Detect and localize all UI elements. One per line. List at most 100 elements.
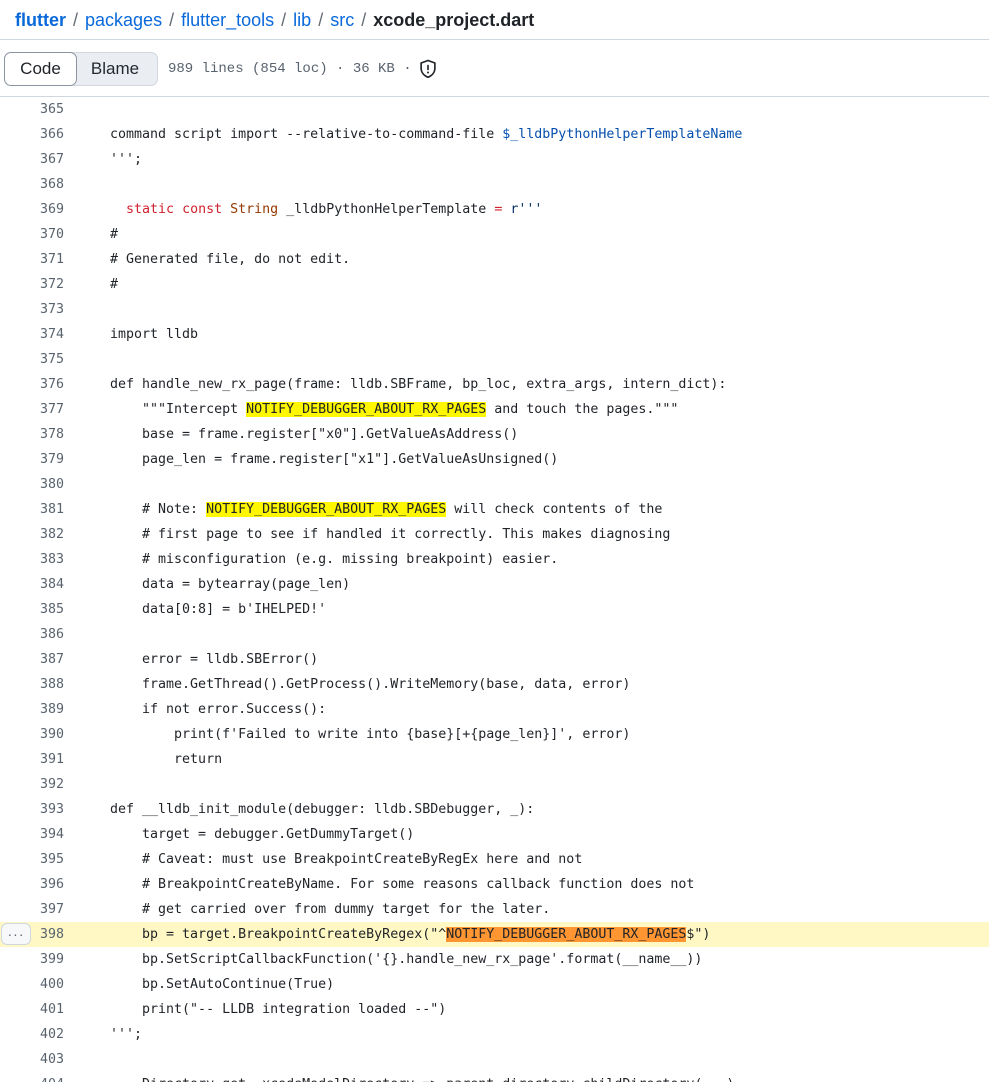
line-content: import lldb	[110, 327, 199, 342]
breadcrumb-link-packages[interactable]: packages	[85, 11, 162, 29]
line-number[interactable]: 400	[0, 972, 64, 997]
line-content: bp.SetAutoContinue(True)	[110, 977, 335, 992]
line-number[interactable]: 396	[0, 872, 64, 897]
line-number[interactable]: 399	[0, 947, 64, 972]
line-number[interactable]: 386	[0, 622, 64, 647]
line-content: print("-- LLDB integration loaded --")	[110, 1002, 447, 1017]
file-meta: 989 lines (854 loc) · 36 KB ·	[168, 59, 438, 79]
code-line: 395 # Caveat: must use BreakpointCreateB…	[0, 847, 989, 872]
line-content: command script import --relative-to-comm…	[110, 127, 743, 142]
line-content	[64, 1047, 110, 1072]
line-content	[64, 772, 110, 797]
line-number[interactable]: 375	[0, 347, 64, 372]
line-number[interactable]: 397	[0, 897, 64, 922]
code-line: 373	[0, 297, 989, 322]
line-number[interactable]: 383	[0, 547, 64, 572]
line-content: frame.GetThread().GetProcess().WriteMemo…	[110, 677, 631, 692]
breadcrumb-link-src[interactable]: src	[330, 11, 354, 29]
code-line: 369 static const String _lldbPythonHelpe…	[0, 197, 989, 222]
code-tab[interactable]: Code	[4, 51, 77, 86]
blame-tab[interactable]: Blame	[77, 53, 157, 85]
breadcrumb-separator: /	[281, 9, 287, 30]
breadcrumb: flutter / packages / flutter_tools / lib…	[0, 0, 989, 40]
code-line: 399 bp.SetScriptCallbackFunction('{}.han…	[0, 947, 989, 972]
code-line: 377 """Intercept NOTIFY_DEBUGGER_ABOUT_R…	[0, 397, 989, 422]
line-content: print(f'Failed to write into {base}[+{pa…	[110, 727, 631, 742]
line-content: #	[110, 277, 119, 292]
code-line: 376 def handle_new_rx_page(frame: lldb.SB…	[0, 372, 989, 397]
line-number[interactable]: 380	[0, 472, 64, 497]
line-number[interactable]: 366	[0, 122, 64, 147]
line-number[interactable]: 403	[0, 1047, 64, 1072]
line-content: base = frame.register["x0"].GetValueAsAd…	[110, 427, 519, 442]
code-line: 387 error = lldb.SBError()	[0, 647, 989, 672]
line-number[interactable]: 373	[0, 297, 64, 322]
line-content: ''';	[110, 152, 143, 167]
code-line: 365	[0, 97, 989, 122]
line-content: def handle_new_rx_page(frame: lldb.SBFra…	[110, 377, 727, 392]
code-line: 372 #	[0, 272, 989, 297]
line-content: bp = target.BreakpointCreateByRegex("^NO…	[110, 927, 711, 942]
code-line: 400 bp.SetAutoContinue(True)	[0, 972, 989, 997]
line-number[interactable]: 371	[0, 247, 64, 272]
code-line: 393 def __lldb_init_module(debugger: lldb…	[0, 797, 989, 822]
line-content: data = bytearray(page_len)	[110, 577, 351, 592]
line-number[interactable]: 395	[0, 847, 64, 872]
line-number[interactable]: 393	[0, 797, 64, 822]
code-line: 371 # Generated file, do not edit.	[0, 247, 989, 272]
line-content: if not error.Success():	[110, 702, 327, 717]
code-line: 374 import lldb	[0, 322, 989, 347]
breadcrumb-current-file: xcode_project.dart	[373, 9, 535, 30]
line-content: data[0:8] = b'IHELPED!'	[110, 602, 327, 617]
code-viewer[interactable]: 365 366 command script import --relative-t…	[0, 97, 989, 1082]
line-number[interactable]: 394	[0, 822, 64, 847]
code-line: 375	[0, 347, 989, 372]
line-content: target = debugger.GetDummyTarget()	[110, 827, 415, 842]
line-number[interactable]: 379	[0, 447, 64, 472]
breadcrumb-link-flutter-tools[interactable]: flutter_tools	[181, 11, 274, 29]
code-line-selected: 398 bp = target.BreakpointCreateByRegex(…	[0, 922, 989, 947]
line-number[interactable]: 365	[0, 97, 64, 122]
line-number[interactable]: 367	[0, 147, 64, 172]
breadcrumb-link-lib[interactable]: lib	[293, 11, 311, 29]
line-number[interactable]: 372	[0, 272, 64, 297]
shield-icon[interactable]	[418, 59, 438, 79]
breadcrumb-separator: /	[318, 9, 324, 30]
line-content: def __lldb_init_module(debugger: lldb.SB…	[110, 802, 535, 817]
breadcrumb-root-link[interactable]: flutter	[15, 11, 66, 29]
line-content: # BreakpointCreateByName. For some reaso…	[110, 877, 695, 892]
line-number[interactable]: 390	[0, 722, 64, 747]
line-content	[64, 622, 110, 647]
code-line: 383 # misconfiguration (e.g. missing bre…	[0, 547, 989, 572]
line-number[interactable]: 385	[0, 597, 64, 622]
line-number[interactable]: 376	[0, 372, 64, 397]
view-toggle: Code Blame	[4, 51, 158, 86]
line-number[interactable]: 402	[0, 1022, 64, 1047]
line-number[interactable]: 377	[0, 397, 64, 422]
code-line: 386	[0, 622, 989, 647]
code-line: 396 # BreakpointCreateByName. For some r…	[0, 872, 989, 897]
code-line: 401 print("-- LLDB integration loaded --…	[0, 997, 989, 1022]
line-number[interactable]: 401	[0, 997, 64, 1022]
line-number[interactable]: 378	[0, 422, 64, 447]
line-number[interactable]: 381	[0, 497, 64, 522]
line-number[interactable]: 374	[0, 322, 64, 347]
code-line: 402 ''';	[0, 1022, 989, 1047]
code-line: 378 base = frame.register["x0"].GetValue…	[0, 422, 989, 447]
line-number[interactable]: 387	[0, 647, 64, 672]
line-number[interactable]: 369	[0, 197, 64, 222]
line-number[interactable]: 388	[0, 672, 64, 697]
line-content: # first page to see if handled it correc…	[110, 527, 671, 542]
line-content	[64, 97, 110, 122]
line-number[interactable]: 368	[0, 172, 64, 197]
line-number[interactable]: 370	[0, 222, 64, 247]
line-content	[64, 297, 110, 322]
line-content: # misconfiguration (e.g. missing breakpo…	[110, 552, 559, 567]
line-number[interactable]: 392	[0, 772, 64, 797]
line-options-button[interactable]: ···	[1, 923, 31, 945]
line-number[interactable]: 391	[0, 747, 64, 772]
line-number[interactable]: 382	[0, 522, 64, 547]
line-number[interactable]: 389	[0, 697, 64, 722]
line-number[interactable]: 384	[0, 572, 64, 597]
code-line: 368	[0, 172, 989, 197]
